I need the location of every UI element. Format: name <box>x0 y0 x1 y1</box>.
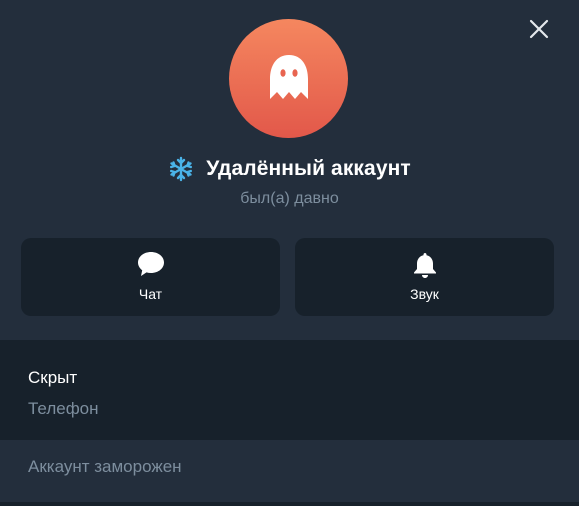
close-icon <box>529 19 549 39</box>
name-row: Удалённый аккаунт <box>0 152 579 186</box>
account-name: Удалённый аккаунт <box>206 157 411 180</box>
phone-info-section: Скрыт Телефон <box>0 340 579 440</box>
chat-bubble-icon <box>137 251 165 277</box>
profile-panel: Удалённый аккаунт был(а) давно Чат Звук … <box>0 0 579 506</box>
sound-button[interactable]: Звук <box>295 238 554 316</box>
sound-button-label: Звук <box>410 286 439 302</box>
chat-button[interactable]: Чат <box>21 238 280 316</box>
last-seen-status: был(а) давно <box>240 190 339 207</box>
frozen-account-note: Аккаунт заморожен <box>28 457 182 476</box>
snowflake-icon <box>168 156 194 182</box>
close-button[interactable] <box>524 14 554 44</box>
phone-label: Телефон <box>28 399 99 418</box>
avatar <box>229 19 348 138</box>
bottom-divider <box>0 502 579 506</box>
chat-button-label: Чат <box>138 286 163 302</box>
phone-value: Скрыт <box>28 368 78 387</box>
bell-icon <box>412 251 438 279</box>
ghost-icon <box>270 55 308 99</box>
